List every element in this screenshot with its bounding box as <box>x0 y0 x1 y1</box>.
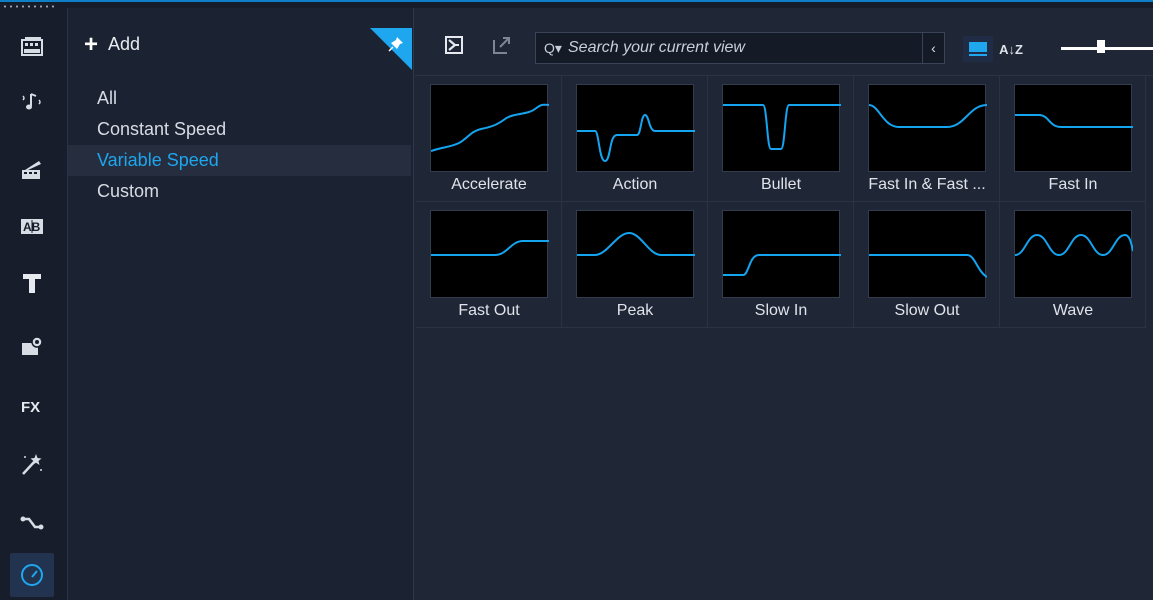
category-constant-speed[interactable]: Constant Speed <box>68 114 411 145</box>
clear-search-button[interactable]: ‹ <box>922 33 944 63</box>
speed-curve-thumbnail <box>430 210 549 298</box>
magic-wand-icon[interactable] <box>14 446 50 482</box>
speed-curve-thumbnail <box>868 84 987 172</box>
speed-curve-thumbnail <box>430 84 549 172</box>
library-icon-bar: AB FX <box>0 8 68 600</box>
speed-gauge-icon[interactable] <box>10 553 54 597</box>
audio-icon[interactable] <box>14 83 50 119</box>
svg-text:FX: FX <box>21 399 40 416</box>
preset-tile[interactable]: Fast Out <box>416 202 562 328</box>
plus-icon: + <box>84 30 99 58</box>
top-drag-bar[interactable] <box>0 0 1153 8</box>
preset-label: Fast Out <box>458 302 520 319</box>
preset-label: Fast In <box>1048 176 1098 193</box>
import-icon[interactable] <box>441 32 467 58</box>
fx-icon[interactable]: FX <box>14 388 50 424</box>
preset-label: Peak <box>616 302 654 319</box>
speed-curve-thumbnail <box>576 84 695 172</box>
preset-label: Bullet <box>760 176 802 193</box>
preset-library: Q▾ ‹ A↓Z Accelerate Action Bullet Fast In &… <box>415 8 1153 600</box>
speed-curve-thumbnail <box>722 210 841 298</box>
add-category-button[interactable]: + Add <box>84 30 141 58</box>
preset-label: Slow In <box>754 302 808 319</box>
thumbnail-view-button[interactable] <box>963 36 993 62</box>
preset-tile[interactable]: Wave <box>1000 202 1146 328</box>
category-variable-speed[interactable]: Variable Speed <box>68 145 411 176</box>
preset-tile[interactable]: Fast In <box>1000 76 1146 202</box>
preset-tile[interactable]: Slow Out <box>854 202 1000 328</box>
category-panel: + Add All Constant Speed Variable Speed … <box>68 8 414 600</box>
search-box[interactable]: Q▾ ‹ <box>535 32 945 64</box>
instant-project-icon[interactable] <box>14 152 50 188</box>
category-all[interactable]: All <box>68 83 411 114</box>
preset-tile[interactable]: Action <box>562 76 708 202</box>
preset-label: Action <box>612 176 658 193</box>
search-icon[interactable]: Q▾ <box>544 40 568 57</box>
add-label: Add <box>108 34 141 54</box>
speed-curve-thumbnail <box>576 210 695 298</box>
preset-label: Fast In & Fast ... <box>868 176 986 193</box>
search-input[interactable] <box>568 39 922 57</box>
preset-tile[interactable]: Slow In <box>708 202 854 328</box>
category-list: All Constant Speed Variable Speed Custom <box>68 83 411 207</box>
speed-curve-thumbnail <box>722 84 841 172</box>
motion-path-icon[interactable] <box>14 504 50 540</box>
text-icon[interactable] <box>14 265 50 301</box>
pin-icon[interactable] <box>370 28 412 70</box>
preset-label: Slow Out <box>894 302 960 319</box>
preset-tile[interactable]: Peak <box>562 202 708 328</box>
list-view-icon <box>969 42 987 56</box>
speed-curve-thumbnail <box>868 210 987 298</box>
speed-curve-thumbnail <box>1014 84 1133 172</box>
export-icon[interactable] <box>489 32 515 58</box>
sort-button[interactable]: A↓Z <box>998 36 1024 62</box>
preset-tile[interactable]: Accelerate <box>416 76 562 202</box>
preset-label: Wave <box>1052 302 1094 319</box>
category-custom[interactable]: Custom <box>68 176 411 207</box>
preset-tile[interactable]: Fast In & Fast ... <box>854 76 1000 202</box>
title-ab-icon[interactable]: AB <box>14 208 50 244</box>
slider-handle[interactable] <box>1097 40 1105 53</box>
preset-label: Accelerate <box>451 176 527 193</box>
media-icon[interactable] <box>14 30 50 66</box>
preset-tile[interactable]: Bullet <box>708 76 854 202</box>
graphics-icon[interactable] <box>14 328 50 364</box>
thumbnail-size-slider[interactable] <box>1061 36 1153 62</box>
speed-curve-thumbnail <box>1014 210 1133 298</box>
